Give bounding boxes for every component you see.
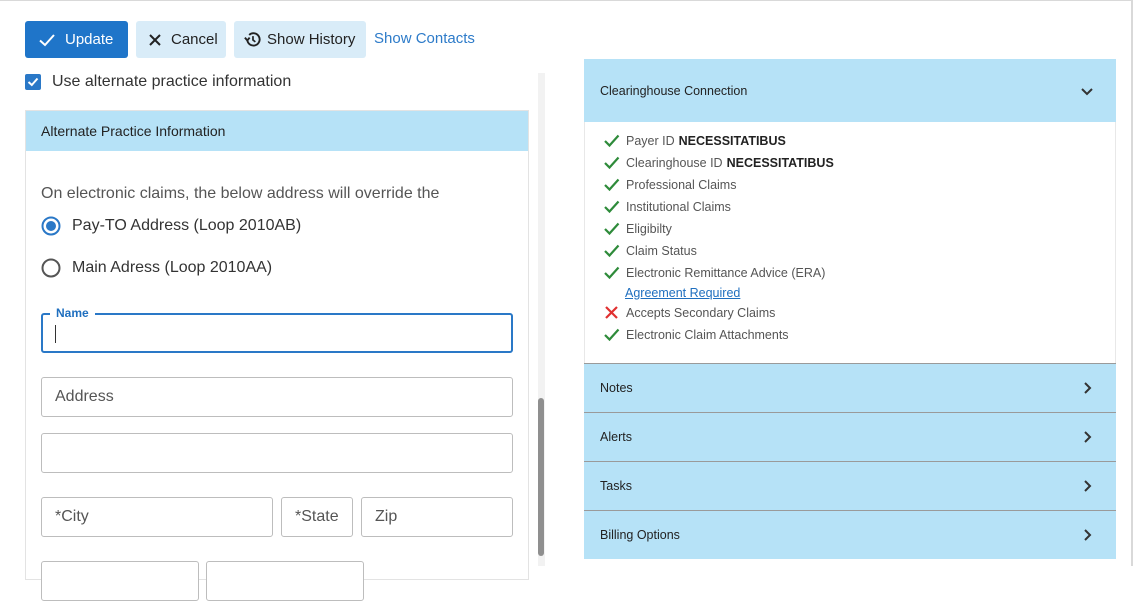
status-item-clearinghouse-id: Clearinghouse ID NECESSITATIBUS <box>603 154 834 171</box>
zip-placeholder: Zip <box>375 508 398 525</box>
use-alternate-checkbox[interactable] <box>25 74 41 90</box>
address-field[interactable]: Address <box>41 377 513 417</box>
check-icon <box>604 200 620 214</box>
chevron-down-icon <box>1081 87 1093 95</box>
cancel-button-label: Cancel <box>171 31 218 48</box>
x-icon <box>605 306 618 319</box>
status-item-claim-status: Claim Status <box>603 242 697 259</box>
status-item-secondary-claims: Accepts Secondary Claims <box>603 304 775 321</box>
address-placeholder: Address <box>55 388 114 405</box>
status-label: Claim Status <box>626 243 697 258</box>
radio-payto-row[interactable]: Pay-TO Address (Loop 2010AB) <box>41 216 301 236</box>
radio-selected-icon[interactable] <box>41 216 61 236</box>
status-label: Clearinghouse ID <box>626 155 723 170</box>
use-alternate-label: Use alternate practice information <box>52 73 292 90</box>
chevron-right-icon <box>1084 529 1092 541</box>
tasks-title: Tasks <box>600 479 632 493</box>
name-field[interactable]: Name <box>41 306 513 353</box>
status-item-institutional-claims: Institutional Claims <box>603 198 731 215</box>
check-icon <box>604 178 620 192</box>
alerts-title: Alerts <box>600 430 632 444</box>
status-label: Electronic Claim Attachments <box>626 327 789 342</box>
billing-options-title: Billing Options <box>600 528 680 542</box>
notes-title: Notes <box>600 381 633 395</box>
chevron-right-icon <box>1084 480 1092 492</box>
state-field[interactable]: *State <box>281 497 353 537</box>
alerts-header[interactable]: Alerts <box>584 413 1116 461</box>
status-label: Eligibilty <box>626 221 672 236</box>
use-alternate-row[interactable]: Use alternate practice information <box>25 73 291 91</box>
check-icon <box>604 266 620 280</box>
checkmark-icon <box>27 77 39 87</box>
notes-header[interactable]: Notes <box>584 364 1116 412</box>
window-top-border <box>0 0 1133 1</box>
override-text: On electronic claims, the below address … <box>41 185 440 202</box>
name-field-label: Name <box>50 306 95 320</box>
check-icon <box>604 328 620 342</box>
status-label: Payer ID <box>626 133 675 148</box>
agreement-required-link[interactable]: Agreement Required <box>625 286 740 300</box>
update-button-label: Update <box>65 31 114 48</box>
status-item-payer-id: Payer ID NECESSITATIBUS <box>603 132 786 149</box>
status-label: Professional Claims <box>626 177 737 192</box>
status-label: Institutional Claims <box>626 199 731 214</box>
clearinghouse-connection-title: Clearinghouse Connection <box>600 83 748 98</box>
check-icon <box>604 134 620 148</box>
check-icon <box>604 244 620 258</box>
clearinghouse-connection-header[interactable]: Clearinghouse Connection <box>584 59 1116 122</box>
chevron-right-icon <box>1084 431 1092 443</box>
show-contacts-link[interactable]: Show Contacts <box>374 30 475 47</box>
city-placeholder: *City <box>55 508 89 525</box>
show-history-button[interactable]: Show History <box>234 21 366 58</box>
extra-field-2[interactable] <box>206 561 364 601</box>
cancel-button[interactable]: Cancel <box>136 21 226 58</box>
radio-unselected-icon[interactable] <box>41 258 61 278</box>
status-item-claim-attachments: Electronic Claim Attachments <box>603 326 789 343</box>
text-caret <box>55 325 56 343</box>
state-placeholder: *State <box>295 508 339 525</box>
extra-field-1[interactable] <box>41 561 199 601</box>
status-value: NECESSITATIBUS <box>678 133 786 148</box>
tasks-header[interactable]: Tasks <box>584 462 1116 510</box>
address-line2-field[interactable] <box>41 433 513 473</box>
status-item-eligibility: Eligibilty <box>603 220 672 237</box>
history-icon <box>244 32 261 47</box>
radio-main-row[interactable]: Main Adress (Loop 2010AA) <box>41 258 272 278</box>
chevron-right-icon <box>1084 382 1092 394</box>
check-icon <box>39 33 55 46</box>
clearinghouse-connection-body: Payer ID NECESSITATIBUS Clearinghouse ID N… <box>584 122 1116 363</box>
radio-payto-label: Pay-TO Address (Loop 2010AB) <box>72 217 302 234</box>
show-history-label: Show History <box>267 31 356 48</box>
update-button[interactable]: Update <box>25 21 128 58</box>
status-item-professional-claims: Professional Claims <box>603 176 736 193</box>
alternate-practice-header: Alternate Practice Information <box>26 111 528 151</box>
check-icon <box>604 156 620 170</box>
city-field[interactable]: *City <box>41 497 273 537</box>
check-icon <box>604 222 620 236</box>
status-label: Accepts Secondary Claims <box>626 305 776 320</box>
billing-options-header[interactable]: Billing Options <box>584 511 1116 559</box>
status-item-era: Electronic Remittance Advice (ERA) <box>603 264 825 281</box>
status-label: Electronic Remittance Advice (ERA) <box>626 265 826 280</box>
left-scrollbar-thumb[interactable] <box>538 398 544 556</box>
alternate-practice-card: Alternate Practice Information On electr… <box>25 110 529 601</box>
zip-field[interactable]: Zip <box>361 497 513 537</box>
close-icon <box>149 33 161 46</box>
status-value: NECESSITATIBUS <box>726 155 834 170</box>
radio-main-label: Main Adress (Loop 2010AA) <box>72 259 273 276</box>
